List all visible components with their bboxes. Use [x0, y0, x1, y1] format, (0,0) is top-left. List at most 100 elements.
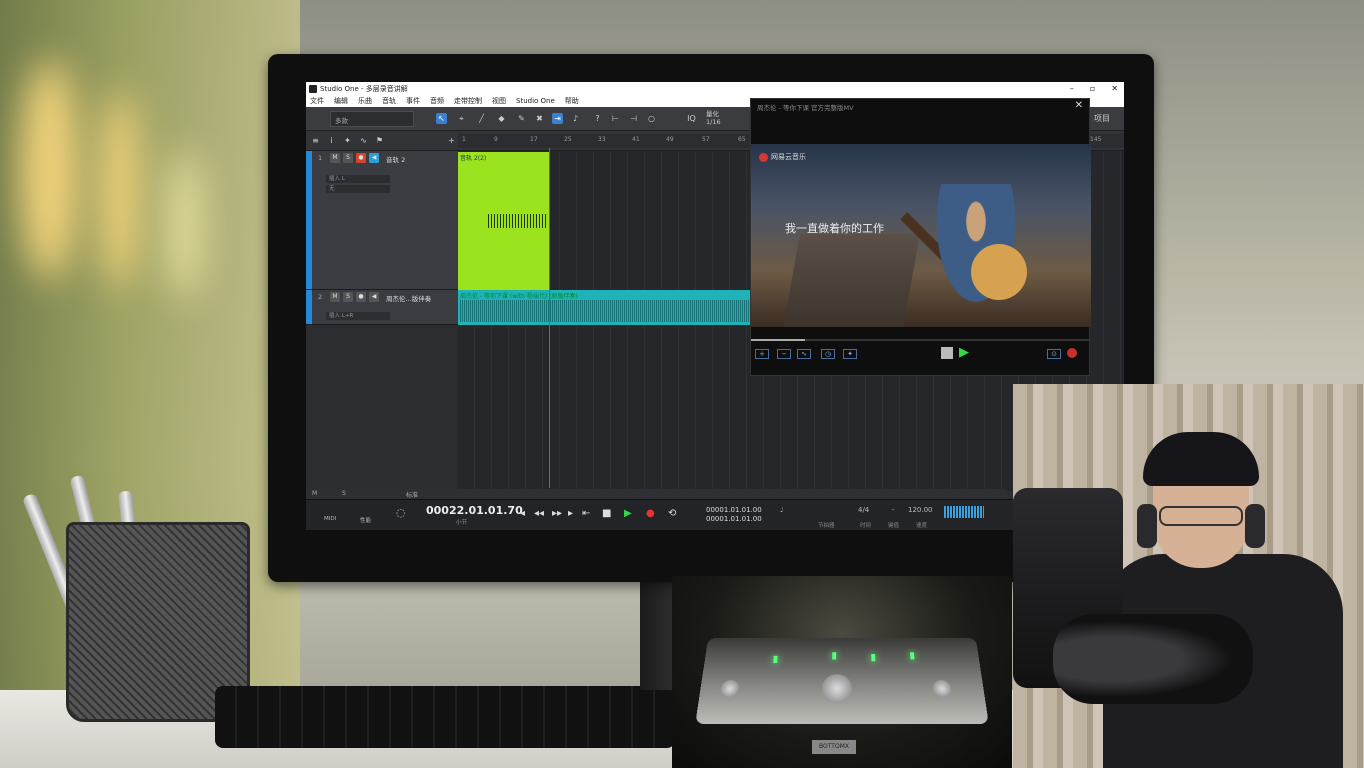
ruler-mark: 65 — [738, 136, 746, 143]
snap-icon[interactable]: ⊢ — [610, 113, 621, 124]
device-logo: BOTTOMX — [812, 740, 856, 754]
video-record-icon[interactable] — [1067, 348, 1077, 358]
wrench-icon[interactable]: ✦ — [843, 349, 857, 359]
clock-icon[interactable]: ◷ — [821, 349, 835, 359]
output-slot[interactable]: 无 — [326, 185, 390, 193]
record-arm-button[interactable]: ● — [356, 292, 366, 302]
metronome-icon[interactable]: ♩ — [780, 506, 783, 514]
presenter-camera — [1013, 384, 1364, 768]
level-led — [832, 652, 837, 660]
pencil-tool-icon[interactable]: ✎ — [516, 113, 527, 124]
zoom-icon[interactable]: ○ — [646, 113, 657, 124]
video-player-window[interactable]: 周杰伦 - 等你下课 官方完整版MV ✕ 网易云音乐 我一直做着你的工作 + −… — [750, 98, 1091, 376]
time-signature[interactable]: 4/4 — [858, 506, 869, 514]
close-icon[interactable]: ✕ — [1075, 100, 1083, 111]
snap-grid-icon[interactable]: ⊣ — [628, 113, 639, 124]
play-button[interactable]: ▶ — [624, 508, 632, 519]
solo-button[interactable]: S — [343, 153, 353, 163]
menu-help[interactable]: 帮助 — [565, 96, 579, 107]
record-arm-button[interactable]: ● — [356, 153, 366, 163]
loop-icon[interactable]: ⟲ — [668, 508, 676, 519]
ruler-mark: 33 — [598, 136, 606, 143]
loop-range[interactable]: 00001.01.01.00 00001.01.01.00 — [706, 506, 762, 524]
split-tool-icon[interactable]: ╱ — [476, 113, 487, 124]
menu-event[interactable]: 事件 — [406, 96, 420, 107]
listen-tool-icon[interactable]: ♪ — [570, 113, 581, 124]
settings-icon[interactable]: ◌ — [396, 506, 406, 519]
time-display[interactable]: 00022.01.01.70 — [426, 504, 523, 517]
rewind-icon[interactable]: ◂◂ — [534, 508, 544, 519]
preset-select[interactable]: 多款 — [330, 111, 414, 127]
mute-button[interactable]: M — [330, 292, 340, 302]
marker-icon[interactable]: ⚑ — [374, 135, 385, 146]
eraser-tool-icon[interactable]: ◆ — [496, 113, 507, 124]
video-frame[interactable]: 网易云音乐 我一直做着你的工作 — [751, 144, 1091, 327]
stop-button[interactable]: ■ — [602, 508, 611, 519]
fast-forward-icon[interactable]: ▸▸ — [552, 508, 562, 519]
menu-edit[interactable]: 编辑 — [334, 96, 348, 107]
bend-tool-icon[interactable]: ⇥ — [552, 113, 563, 124]
menu-song[interactable]: 乐曲 — [358, 96, 372, 107]
track-name[interactable]: 音轨 2 — [386, 154, 405, 164]
menu-track[interactable]: 音轨 — [382, 96, 396, 107]
track-header[interactable]: 1 M S ● ◀ 音轨 2 插入 L 无 — [306, 151, 458, 290]
level-meter — [944, 506, 984, 518]
track-header[interactable]: 2 M S ● ◀ 周杰伦...版伴奏 插入 L+R — [306, 290, 458, 325]
video-progress[interactable] — [751, 339, 1091, 341]
range-tool-icon[interactable]: ⌖ — [456, 113, 467, 124]
status-s[interactable]: S — [342, 490, 346, 497]
audio-clip[interactable]: 周杰伦 - 等你下课 (with 杨瑞代) (原版伴奏) — [458, 290, 752, 325]
insert-slot[interactable]: 插入 L — [326, 175, 390, 183]
add-track-icon[interactable]: + — [446, 135, 457, 146]
monitor-button[interactable]: ◀ — [369, 292, 379, 302]
playhead[interactable] — [549, 148, 550, 488]
maximize-button[interactable]: ▫ — [1090, 82, 1095, 96]
info-icon[interactable]: i — [326, 135, 337, 146]
video-play-button[interactable]: ▶ — [959, 345, 969, 360]
video-lyric: 我一直做着你的工作 — [785, 222, 884, 235]
window-titlebar: Studio One - 多层录音讲解 – ▫ ✕ — [306, 82, 1124, 96]
menu-audio[interactable]: 音频 — [430, 96, 444, 107]
insert-slot[interactable]: 插入 L+R — [326, 312, 390, 320]
menu-file[interactable]: 文件 — [310, 96, 324, 107]
arrow-tool-icon[interactable]: ↖ — [436, 113, 447, 124]
minus-icon[interactable]: − — [777, 349, 791, 359]
ruler-mark: 49 — [666, 136, 674, 143]
list-icon[interactable]: ≡ — [310, 135, 321, 146]
automation-icon[interactable]: ∿ — [358, 135, 369, 146]
project-label[interactable]: 项目 — [1092, 113, 1112, 124]
video-link-icon[interactable]: ⊙ — [1047, 349, 1061, 359]
to-end-icon[interactable]: ⇤ — [582, 508, 590, 519]
back-to-start-icon[interactable]: ◂ — [520, 508, 525, 519]
tempo-value[interactable]: 120.00 — [908, 506, 933, 514]
video-stop-button[interactable] — [941, 347, 953, 359]
record-button[interactable]: ● — [646, 508, 655, 519]
menu-transport[interactable]: 走带控制 — [454, 96, 482, 107]
wrench-icon[interactable]: ✦ — [342, 135, 353, 146]
forward-icon[interactable]: ▸ — [568, 508, 573, 519]
audio-clip[interactable]: 音轨 2(2) — [458, 152, 550, 290]
status-m[interactable]: M — [312, 490, 317, 497]
menu-studio-one[interactable]: Studio One — [516, 96, 555, 107]
menu-view[interactable]: 视图 — [492, 96, 506, 107]
quantize-select[interactable]: 量化 1/16 — [706, 110, 721, 126]
ruler-mark: 17 — [530, 136, 538, 143]
waveform-icon[interactable]: ∿ — [797, 349, 811, 359]
headphone-left — [1137, 504, 1157, 548]
track-name[interactable]: 周杰伦...版伴奏 — [386, 293, 431, 303]
monitor-button[interactable]: ◀ — [369, 153, 379, 163]
mute-button[interactable]: M — [330, 153, 340, 163]
status-mode[interactable]: 标准 — [406, 490, 418, 499]
help-icon[interactable]: ? — [592, 113, 603, 124]
keyboard — [215, 686, 675, 748]
key-value[interactable]: - — [892, 506, 895, 514]
minimize-button[interactable]: – — [1070, 82, 1074, 96]
iq-icon[interactable]: IQ — [686, 113, 697, 124]
track-number: 1 — [318, 154, 323, 162]
tempo-label: 速度 — [916, 523, 928, 529]
solo-button[interactable]: S — [343, 292, 353, 302]
add-icon[interactable]: + — [755, 349, 769, 359]
close-button[interactable]: ✕ — [1111, 82, 1118, 96]
window-controls: – ▫ ✕ — [1070, 82, 1118, 96]
mute-tool-icon[interactable]: ✖ — [534, 113, 545, 124]
